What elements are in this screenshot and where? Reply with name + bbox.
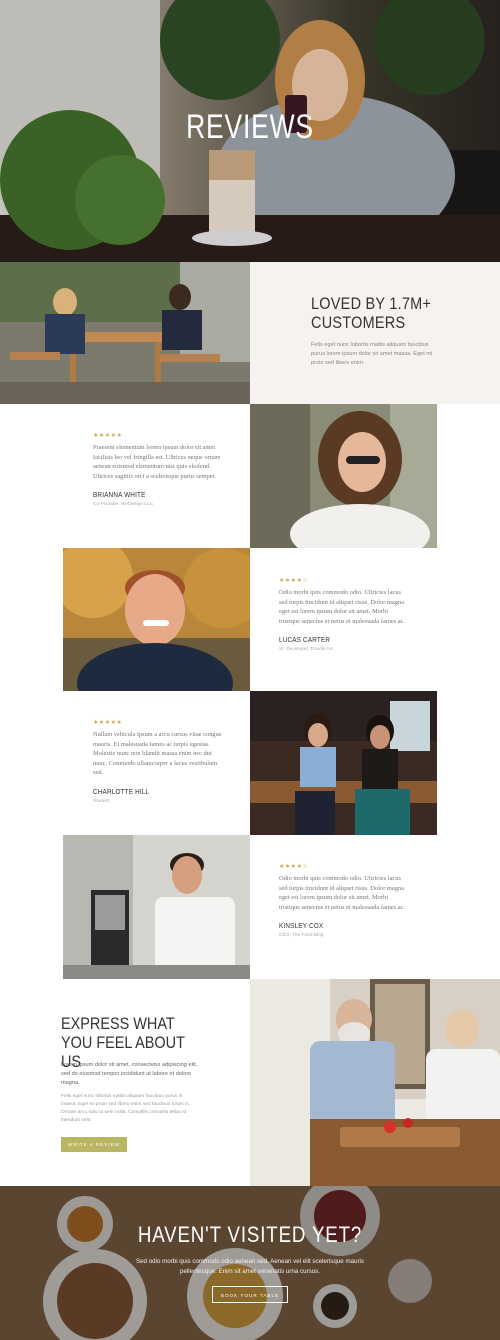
reviewer-name: LUCAS CARTER: [279, 635, 331, 644]
review-card: ★★★★★ Nullam vehicula ipsum a arcu cursu…: [93, 719, 223, 804]
hero-banner: REVIEWS: [0, 0, 500, 262]
rating-stars: ★★★★☆: [279, 864, 309, 870]
review-card: ★★★★☆ Odio morbi quis commodo odio. Ultr…: [279, 577, 409, 652]
friends-photo: [250, 691, 437, 835]
reviewer-role: CEO, The Food Blog: [279, 933, 324, 938]
loved-heading: LOVED BY 1.7M+ CUSTOMERS: [311, 294, 432, 332]
loved-text: Felis eget nunc lobortis mattis aliquam …: [311, 342, 433, 366]
express-text: Felis eget nunc lobortis mattis aliquam …: [61, 1094, 191, 1123]
express-subtitle: Lorem ipsum dolor sit amet, consectetur …: [61, 1062, 198, 1086]
review-quote: Odio morbi quis commodo odio. Ultricies …: [279, 589, 405, 625]
chef-photo: [63, 835, 250, 979]
restaurant-photo: [0, 262, 250, 404]
write-review-button[interactable]: WRITE A REVIEW: [61, 1137, 127, 1152]
review-card: ★★★★☆ Odio morbi quis commodo odio. Ultr…: [279, 863, 409, 938]
reviewer-role: Student: [93, 798, 110, 804]
rating-stars: ★★★★★: [93, 433, 123, 439]
reviews-page: REVIEWS LOVED BY 1.7M+ CUSTOMERS Felis e…: [0, 0, 500, 1340]
reviewer-name: CHARLOTTE HILL: [93, 786, 150, 796]
reviewer-photo: [63, 548, 250, 691]
page-title: REVIEWS: [186, 108, 314, 146]
review-card: ★★★★★ Praesent elementum lorem ipsum dol…: [93, 432, 223, 507]
couple-photo: [250, 979, 500, 1186]
rating-stars: ★★★★★: [93, 720, 123, 726]
book-table-button[interactable]: BOOK YOUR TABLE: [212, 1286, 288, 1303]
reviewer-name: BRIANNA WHITE: [93, 490, 146, 499]
review-quote: Odio morbi quis commodo odio. Ultricies …: [279, 875, 405, 911]
visit-text: Sed odio morbi quis commodo odio aenean …: [135, 1258, 365, 1275]
visit-heading: HAVEN'T VISITED YET?: [137, 1222, 363, 1247]
rating-stars: ★★★★☆: [279, 578, 309, 584]
review-quote: Praesent elementum lorem ipsum dolor sit…: [93, 444, 221, 480]
reviewer-name: KINSLEY COX: [279, 921, 324, 930]
reviewer-role: Sr. Developer, Dondle Inc: [279, 647, 334, 652]
reviewer-role: Co-Founder, WeDesign LLC: [93, 502, 154, 507]
review-quote: Nullam vehicula ipsum a arcu cursus vita…: [93, 731, 222, 776]
loved-panel: [250, 262, 500, 404]
reviewer-photo: [250, 404, 437, 548]
